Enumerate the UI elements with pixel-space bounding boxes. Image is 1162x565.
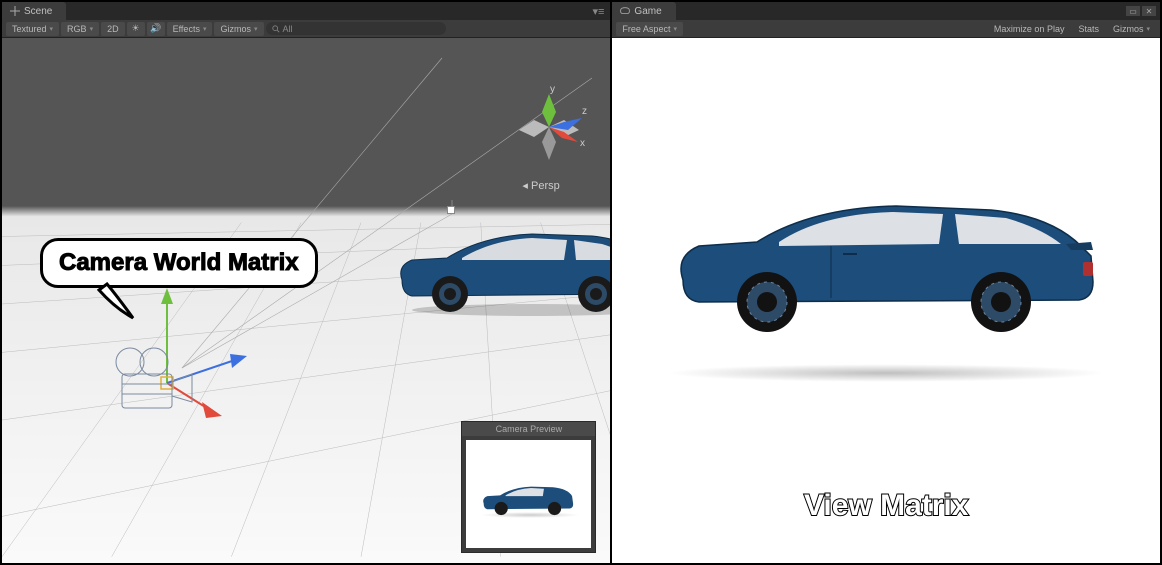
scene-icon <box>10 6 20 16</box>
camera-preview-panel: Camera Preview <box>461 421 596 553</box>
audio-toggle-icon[interactable]: 🔊 <box>147 22 165 36</box>
orientation-gizmo[interactable]: y z x ◂ Persp <box>504 82 594 192</box>
scene-tab-row: Scene ▾≡ <box>2 2 610 20</box>
search-placeholder: All <box>283 24 293 34</box>
bubble-tail <box>97 282 137 322</box>
search-icon <box>272 25 280 33</box>
scene-viewport[interactable]: Camera World Matrix y z x ◂ Persp <box>2 38 610 563</box>
camera-preview-viewport <box>466 440 591 548</box>
panel-menu-button[interactable]: ▾≡ <box>586 5 610 18</box>
window-controls: ▭ ✕ <box>1126 6 1160 16</box>
scene-tab-label: Scene <box>24 6 52 17</box>
axis-y-label: y <box>550 84 555 95</box>
axis-x-label: x <box>580 138 585 149</box>
game-tab[interactable]: Game <box>612 2 675 20</box>
annotation-label: View Matrix <box>804 489 969 523</box>
scene-toolbar: Textured▾ RGB▾ 2D ☀ 🔊 Effects▾ Gizmos▾ A… <box>2 20 610 38</box>
car-model-preview <box>480 480 575 518</box>
scene-tab[interactable]: Scene <box>2 2 66 20</box>
maximize-on-play-toggle[interactable]: Maximize on Play <box>988 22 1071 36</box>
axis-z-label: z <box>582 106 587 117</box>
gizmos-dropdown[interactable]: Gizmos▾ <box>214 22 263 36</box>
window-minimize-button[interactable]: ▭ <box>1126 6 1140 16</box>
shading-dropdown[interactable]: Textured▾ <box>6 22 59 36</box>
window-close-button[interactable]: ✕ <box>1142 6 1156 16</box>
car-model-game <box>671 184 1101 334</box>
lighting-toggle-icon[interactable]: ☀ <box>127 22 145 36</box>
annotation-bubble: Camera World Matrix <box>40 238 318 288</box>
game-icon <box>620 6 630 16</box>
game-tab-row: Game ▭ ✕ <box>612 2 1160 20</box>
game-toolbar: Free Aspect▾ Maximize on Play Stats Gizm… <box>612 20 1160 38</box>
camera-preview-title: Camera Preview <box>462 422 595 436</box>
game-viewport[interactable]: View Matrix <box>612 38 1160 563</box>
projection-label[interactable]: ◂ Persp <box>522 179 559 192</box>
car-model-scene[interactable] <box>392 218 610 318</box>
aspect-dropdown[interactable]: Free Aspect▾ <box>616 22 683 36</box>
stats-toggle[interactable]: Stats <box>1072 22 1105 36</box>
game-gizmos-dropdown[interactable]: Gizmos▾ <box>1107 22 1156 36</box>
camera-gizmo-icon[interactable] <box>92 334 202 424</box>
rendermode-dropdown[interactable]: RGB▾ <box>61 22 99 36</box>
frustum-handle[interactable] <box>447 206 455 214</box>
effects-dropdown[interactable]: Effects▾ <box>167 22 213 36</box>
hierarchy-search[interactable]: All <box>266 22 446 35</box>
game-tab-label: Game <box>634 6 661 17</box>
scene-panel: Scene ▾≡ Textured▾ RGB▾ 2D ☀ 🔊 Effects▾ … <box>2 2 612 563</box>
toggle-2d[interactable]: 2D <box>101 22 125 36</box>
car-shadow <box>666 364 1106 382</box>
game-panel: Game ▭ ✕ Free Aspect▾ Maximize on Play S… <box>612 2 1160 563</box>
